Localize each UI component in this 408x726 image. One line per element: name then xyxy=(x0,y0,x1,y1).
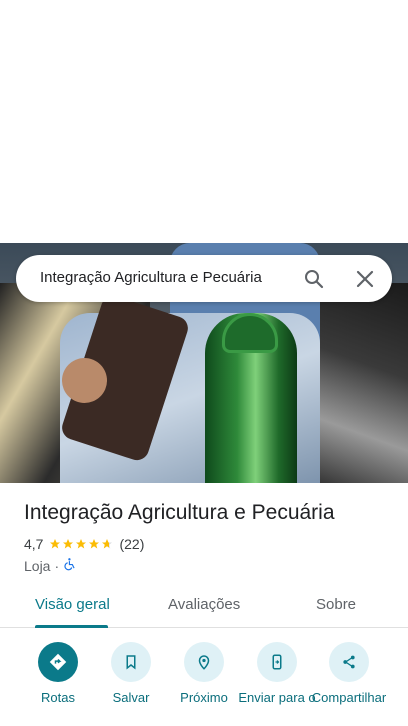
rating-row[interactable]: 4,7 (22) xyxy=(24,536,144,552)
wheelchair-icon xyxy=(63,557,77,574)
directions-button[interactable]: Rotas xyxy=(19,640,97,706)
share-button[interactable]: Compartilhar xyxy=(310,640,388,706)
place-title: Integração Agricultura e Pecuária xyxy=(24,501,335,524)
share-label: Compartilhar xyxy=(311,690,387,705)
save-button[interactable]: Salvar xyxy=(92,640,170,706)
close-icon[interactable] xyxy=(353,267,377,291)
send-to-phone-button[interactable]: Enviar para o xyxy=(238,640,316,706)
star-icon xyxy=(50,539,61,549)
directions-label: Rotas xyxy=(41,690,75,705)
rating-value: 4,7 xyxy=(24,536,44,552)
photo-hand xyxy=(62,358,107,403)
tab-bar: Visão geral Avaliações Sobre xyxy=(0,588,408,628)
star-icon xyxy=(89,539,100,549)
tab-reviews[interactable]: Avaliações xyxy=(168,596,240,613)
send-to-phone-label: Enviar para o xyxy=(238,690,316,705)
nearby-button[interactable]: Próximo xyxy=(165,640,243,706)
nearby-label: Próximo xyxy=(180,690,228,705)
map-blank-area xyxy=(0,0,408,243)
star-half-icon xyxy=(102,539,113,549)
save-label: Salvar xyxy=(112,690,150,705)
category-label: Loja xyxy=(24,557,51,574)
star-icon xyxy=(63,539,74,549)
review-count[interactable]: (22) xyxy=(119,536,144,552)
nearby-icon xyxy=(184,642,224,682)
send-to-phone-icon xyxy=(257,642,297,682)
share-icon xyxy=(329,642,369,682)
active-tab-indicator xyxy=(35,625,108,628)
search-query[interactable]: Integração Agricultura e Pecuária xyxy=(40,269,262,286)
separator-dot: · xyxy=(54,557,60,574)
directions-icon xyxy=(38,642,78,682)
action-buttons: Rotas Salvar Próximo Enviar para o Compa… xyxy=(0,640,408,726)
star-icon xyxy=(76,539,87,549)
tab-overview[interactable]: Visão geral xyxy=(35,596,110,613)
search-icon[interactable] xyxy=(302,267,326,291)
star-rating xyxy=(49,538,113,550)
category-row: Loja · xyxy=(24,557,77,574)
search-bar[interactable]: Integração Agricultura e Pecuária xyxy=(16,255,392,302)
tab-about[interactable]: Sobre xyxy=(316,596,356,613)
bookmark-icon xyxy=(111,642,151,682)
